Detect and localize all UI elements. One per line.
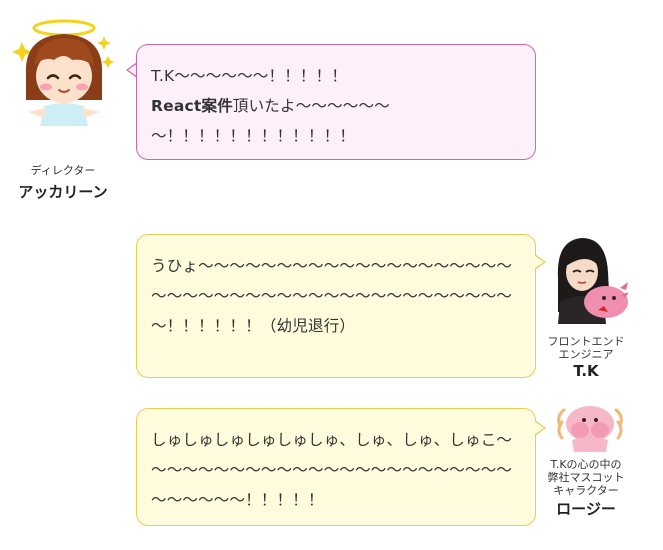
message-bold-text: React案件 [151, 97, 233, 115]
message-bubble: T.K〜〜〜〜〜〜！！！！！ React案件頂いたよ〜〜〜〜〜〜 〜！！！！！！… [136, 44, 536, 160]
speaker-role: フロントエンド [547, 335, 625, 348]
message-bubble: うひょ〜〜〜〜〜〜〜〜〜〜〜〜〜〜〜〜〜〜〜〜 〜〜〜〜〜〜〜〜〜〜〜〜〜〜〜〜… [136, 234, 536, 378]
speaker-name: T.K [573, 362, 599, 380]
message-line: 〜！！！！！！！！！！！！ [151, 127, 356, 145]
message-line: 〜〜〜〜〜〜〜〜〜〜〜〜〜〜〜〜〜〜〜〜〜〜〜 [151, 461, 513, 479]
message-line: T.K〜〜〜〜〜〜！！！！！ [151, 67, 348, 85]
chat-row-rosie: しゅしゅしゅしゅしゅしゅ、しゅ、しゅ、しゅこ〜 〜〜〜〜〜〜〜〜〜〜〜〜〜〜〜〜… [0, 398, 663, 548]
pink-axolotl-mascot-icon [554, 400, 626, 452]
speaker-role: T.Kの心の中の [550, 458, 622, 471]
woman-with-pink-axolotl-icon [548, 232, 628, 324]
chat-row-akkarin: ディレクター アッカリーン T.K〜〜〜〜〜〜！！！！！ React案件頂いたよ… [0, 0, 663, 210]
message-line: しゅしゅしゅしゅしゅしゅ、しゅ、しゅ、しゅこ〜 [151, 431, 513, 449]
message-line: 〜〜〜〜〜〜〜〜〜〜〜〜〜〜〜〜〜〜〜〜〜〜〜 [151, 287, 513, 305]
message-line: うひょ〜〜〜〜〜〜〜〜〜〜〜〜〜〜〜〜〜〜〜〜 [151, 257, 513, 275]
chat-row-tk: うひょ〜〜〜〜〜〜〜〜〜〜〜〜〜〜〜〜〜〜〜〜 〜〜〜〜〜〜〜〜〜〜〜〜〜〜〜〜… [0, 220, 663, 390]
speaker-akkarin: ディレクター アッカリーン [8, 14, 118, 204]
speaker-name: アッカリーン [18, 183, 108, 201]
message-text: 頂いたよ〜〜〜〜〜〜 [232, 97, 390, 115]
speaker-role: キャラクター [553, 484, 619, 497]
girl-with-halo-icon [8, 14, 118, 126]
speaker-name: ロージー [556, 500, 616, 518]
message-line: 〜！！！！！！（幼児退行） [151, 317, 356, 335]
message-line: React案件頂いたよ〜〜〜〜〜〜 [151, 91, 521, 121]
speaker-role: 弊社マスコット [547, 471, 625, 484]
message-bubble: しゅしゅしゅしゅしゅしゅ、しゅ、しゅ、しゅこ〜 〜〜〜〜〜〜〜〜〜〜〜〜〜〜〜〜… [136, 408, 536, 526]
speaker-role: ディレクター [30, 164, 96, 177]
speaker-tk: フロントエンド エンジニア T.K [540, 232, 632, 392]
speaker-rosie: T.Kの心の中の 弊社マスコット キャラクター ロージー [540, 398, 632, 548]
speaker-role: エンジニア [558, 348, 614, 361]
message-line: 〜〜〜〜〜〜！！！！！ [151, 491, 324, 509]
